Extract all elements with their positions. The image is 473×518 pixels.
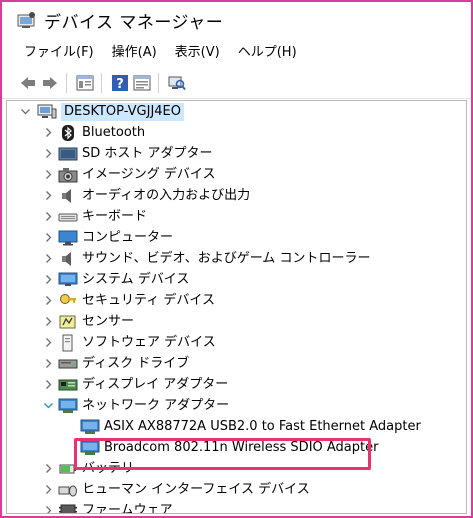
tree-child-label: Broadcom 802.11n Wireless SDIO Adapter — [104, 439, 379, 455]
software-device-icon — [58, 334, 78, 352]
tree-item-label: センサー — [82, 313, 135, 329]
tree-item-label: サウンド、ビデオ、およびゲーム コントローラー — [82, 250, 371, 266]
tree-item[interactable]: センサー — [7, 311, 466, 332]
properties-icon[interactable] — [75, 73, 95, 93]
network-adapter-icon — [58, 397, 78, 415]
keyboard-icon — [58, 208, 78, 226]
chevron-right-icon[interactable] — [42, 211, 54, 223]
tree-item-label: コンピューター — [82, 229, 174, 245]
tree-item[interactable]: イメージング デバイス — [7, 164, 466, 185]
disk-drive-icon — [58, 355, 78, 373]
speaker-icon — [58, 187, 78, 205]
chevron-right-icon[interactable] — [42, 127, 54, 139]
tree-item-label: ヒューマン インターフェイス デバイス — [82, 481, 310, 497]
tree-item-label: イメージング デバイス — [82, 166, 216, 182]
tree-item-label: ディスク ドライブ — [82, 355, 190, 371]
tree-item-label: キーボード — [82, 208, 148, 224]
camera-icon — [58, 166, 78, 184]
tree-item[interactable]: オーディオの入力および出力 — [7, 185, 466, 206]
monitor-icon — [58, 229, 78, 247]
battery-icon — [58, 460, 78, 478]
tree-item[interactable]: ファームウェア — [7, 500, 466, 514]
system-device-icon — [58, 271, 78, 289]
sensor-icon — [58, 313, 78, 331]
hid-icon — [58, 481, 78, 499]
menu-help[interactable]: ヘルプ(H) — [229, 41, 306, 65]
tree-item[interactable]: ディスプレイ アダプター — [7, 374, 466, 395]
tree-item-label: システム デバイス — [82, 271, 190, 287]
tree-item-label: SD ホスト アダプター — [82, 145, 213, 161]
window-title: デバイス マネージャー — [44, 12, 224, 33]
tree-item[interactable]: コンピューター — [7, 227, 466, 248]
tree-item[interactable]: ソフトウェア デバイス — [7, 332, 466, 353]
firmware-icon — [58, 502, 78, 513]
speaker-icon — [58, 250, 78, 268]
security-key-icon — [58, 292, 78, 310]
toolbar-separator — [158, 73, 159, 93]
chevron-right-icon[interactable] — [42, 190, 54, 202]
chevron-right-icon[interactable] — [42, 169, 54, 181]
tree-child-item[interactable]: ASIX AX88772A USB2.0 to Fast Ethernet Ad… — [7, 416, 466, 437]
sd-host-icon — [58, 145, 78, 163]
tree-item[interactable]: Bluetooth — [7, 122, 466, 143]
tree-item[interactable]: バッテリ — [7, 458, 466, 479]
chevron-right-icon[interactable] — [42, 295, 54, 307]
tree-child-item[interactable]: Broadcom 802.11n Wireless SDIO Adapter — [7, 437, 466, 458]
tree-root[interactable]: DESKTOP-VGJJ4EO — [7, 101, 466, 122]
device-tree: DESKTOP-VGJJ4EO Bluetooth SD ホスト アダプター イメー… — [6, 100, 467, 514]
update-driver-icon[interactable] — [132, 73, 152, 93]
tree-item-label: ディスプレイ アダプター — [82, 376, 229, 392]
chevron-right-icon[interactable] — [42, 337, 54, 349]
chevron-right-icon[interactable] — [42, 484, 54, 496]
tree-root-label: DESKTOP-VGJJ4EO — [61, 102, 184, 121]
chevron-right-icon[interactable] — [42, 505, 54, 513]
tree-item-label: ネットワーク アダプター — [82, 397, 230, 413]
tree-item[interactable]: システム デバイス — [7, 269, 466, 290]
tree-item[interactable]: ネットワーク アダプター — [7, 395, 466, 416]
menu-file[interactable]: ファイル(F) — [16, 41, 103, 65]
bluetooth-icon — [58, 124, 78, 142]
back-arrow-icon[interactable] — [18, 73, 38, 93]
scan-hardware-icon[interactable] — [167, 73, 187, 93]
chevron-right-icon[interactable] — [42, 232, 54, 244]
menu-action[interactable]: 操作(A) — [103, 41, 166, 65]
tree-item-label: オーディオの入力および出力 — [82, 187, 251, 203]
display-adapter-icon — [58, 376, 78, 394]
network-adapter-icon — [80, 439, 100, 457]
toolbar-separator — [101, 73, 102, 93]
chevron-right-icon[interactable] — [42, 274, 54, 286]
tree-item[interactable]: SD ホスト アダプター — [7, 143, 466, 164]
tree-item[interactable]: キーボード — [7, 206, 466, 227]
tree-item-label: ファームウェア — [82, 502, 173, 514]
help-icon[interactable]: ? — [110, 73, 130, 93]
tree-child-label: ASIX AX88772A USB2.0 to Fast Ethernet Ad… — [104, 418, 421, 434]
chevron-right-icon[interactable] — [42, 316, 54, 328]
forward-arrow-icon[interactable] — [40, 73, 60, 93]
network-adapter-icon — [80, 418, 100, 436]
toolbar: ? — [2, 68, 471, 99]
tree-item-label: バッテリ — [82, 460, 135, 476]
svg-text:?: ? — [116, 77, 124, 92]
tree-item-label: ソフトウェア デバイス — [82, 334, 216, 350]
device-manager-icon — [16, 11, 38, 29]
menu-view[interactable]: 表示(V) — [166, 41, 229, 65]
chevron-right-icon[interactable] — [42, 148, 54, 160]
title-bar: デバイス マネージャー — [2, 2, 471, 38]
tree-item-label: Bluetooth — [82, 124, 146, 140]
menu-bar: ファイル(F) 操作(A) 表示(V) ヘルプ(H) — [2, 38, 471, 68]
chevron-right-icon[interactable] — [42, 463, 54, 475]
tree-item[interactable]: ヒューマン インターフェイス デバイス — [7, 479, 466, 500]
chevron-right-icon[interactable] — [42, 379, 54, 391]
tree-item[interactable]: ディスク ドライブ — [7, 353, 466, 374]
tree-children: Bluetooth SD ホスト アダプター イメージング デバイスオーディオの入力… — [7, 122, 466, 514]
toolbar-separator — [66, 73, 67, 93]
chevron-right-icon[interactable] — [42, 358, 54, 370]
tree-item[interactable]: サウンド、ビデオ、およびゲーム コントローラー — [7, 248, 466, 269]
chevron-right-icon[interactable] — [42, 253, 54, 265]
tree-item-label: セキュリティ デバイス — [82, 292, 215, 308]
tree-item[interactable]: セキュリティ デバイス — [7, 290, 466, 311]
chevron-down-icon[interactable] — [42, 400, 54, 412]
computer-icon — [37, 103, 57, 121]
chevron-down-icon[interactable] — [19, 106, 31, 118]
